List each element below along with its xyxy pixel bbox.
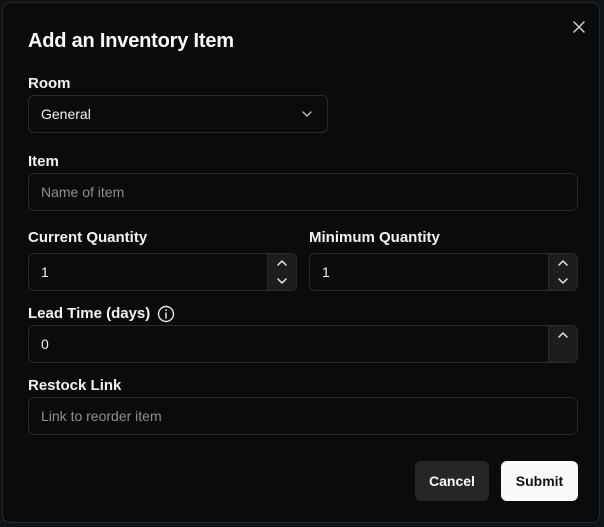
add-inventory-dialog: Add an Inventory Item Room General Item … [2,2,600,523]
chevron-up-icon [558,332,568,338]
current-quantity-field [28,253,297,291]
chevron-up-icon [558,260,568,266]
room-label: Room [28,75,71,92]
dialog-title: Add an Inventory Item [28,30,234,52]
chevron-down-icon [277,278,287,284]
chevron-down-icon [558,278,568,284]
item-label: Item [28,153,59,170]
room-selected-value: General [41,106,91,122]
close-icon [573,21,585,33]
current-quantity-increment[interactable] [268,254,296,272]
restock-link-field-wrapper [28,397,578,435]
minimum-quantity-increment[interactable] [549,254,577,272]
chevron-down-icon [302,111,312,117]
current-quantity-decrement[interactable] [268,272,296,290]
current-quantity-input[interactable] [29,254,296,290]
lead-time-stepper [548,326,577,362]
room-select[interactable]: General [28,95,328,133]
minimum-quantity-stepper [548,254,577,290]
restock-link-input[interactable] [29,398,577,434]
item-name-input[interactable] [29,174,577,210]
lead-time-field [28,325,578,363]
item-field-wrapper [28,173,578,211]
minimum-quantity-label: Minimum Quantity [309,229,440,246]
current-quantity-label: Current Quantity [28,229,148,246]
chevron-up-icon [277,260,287,266]
lead-time-increment[interactable] [549,326,577,344]
current-quantity-stepper [267,254,296,290]
minimum-quantity-field [309,253,578,291]
cancel-button[interactable]: Cancel [415,461,489,501]
lead-time-input[interactable] [29,326,577,362]
lead-time-label: Lead Time (days) [28,305,151,322]
restock-link-label: Restock Link [28,377,122,394]
minimum-quantity-input[interactable] [310,254,577,290]
submit-button[interactable]: Submit [501,461,578,501]
minimum-quantity-decrement[interactable] [549,272,577,290]
close-button[interactable] [571,19,587,35]
info-icon[interactable] [157,305,175,323]
